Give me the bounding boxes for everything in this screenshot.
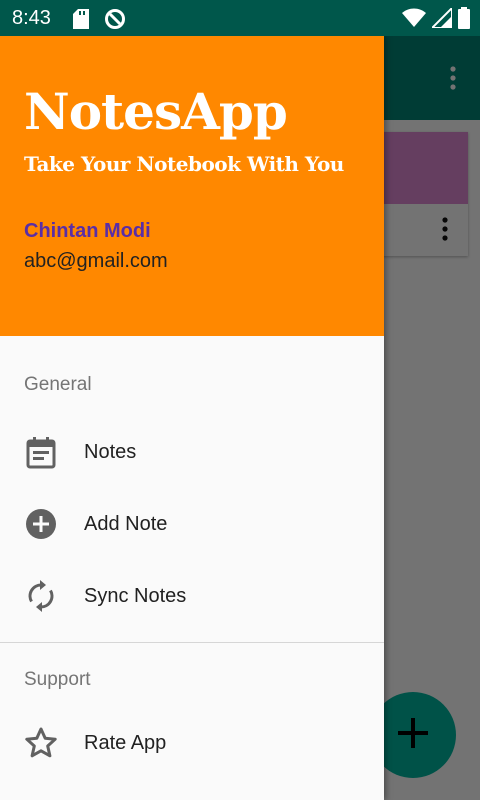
data-saver-icon <box>104 8 126 35</box>
navigation-drawer: NotesApp Take Your Notebook With You Chi… <box>0 36 384 800</box>
section-title-support: Support <box>24 669 91 690</box>
menu-item-rate-app[interactable]: Rate App <box>0 707 384 779</box>
app-tagline: Take Your Notebook With You <box>24 152 344 176</box>
star-outline-icon <box>0 726 84 760</box>
menu-item-sync-notes[interactable]: Sync Notes <box>0 560 384 632</box>
status-icons <box>402 5 470 34</box>
drawer-header: NotesApp Take Your Notebook With You Chi… <box>0 36 384 336</box>
section-title-general: General <box>24 374 92 395</box>
add-circle-icon <box>0 507 84 541</box>
menu-item-add-note[interactable]: Add Note <box>0 488 384 560</box>
menu-item-notes[interactable]: Notes <box>0 416 384 488</box>
user-name: Chintan Modi <box>24 220 151 242</box>
user-email: abc@gmail.com <box>24 250 168 272</box>
signal-icon <box>429 5 453 33</box>
sync-icon <box>0 579 84 613</box>
menu-item-label: Rate App <box>84 731 167 754</box>
status-time: 8:43 <box>12 7 51 29</box>
menu-item-label: Sync Notes <box>84 584 187 607</box>
menu-item-label: Notes <box>84 440 137 463</box>
battery-icon <box>458 7 470 34</box>
wifi-icon <box>402 8 426 33</box>
status-bar: 8:43 <box>0 0 480 36</box>
sd-card-icon <box>73 9 89 34</box>
menu-item-label: Add Note <box>84 512 168 535</box>
notes-calendar-icon <box>0 435 84 469</box>
app-name: NotesApp <box>24 82 288 141</box>
